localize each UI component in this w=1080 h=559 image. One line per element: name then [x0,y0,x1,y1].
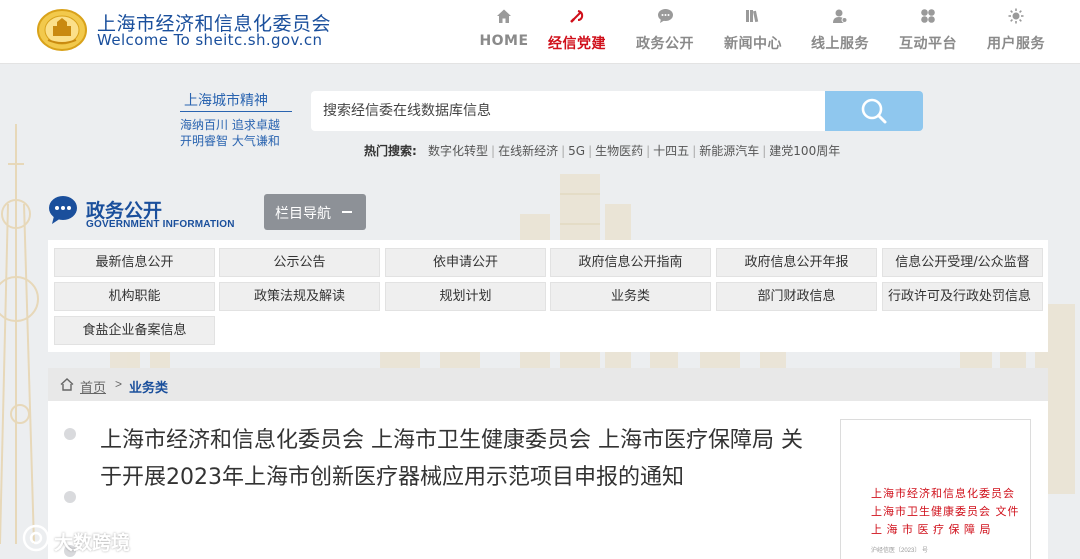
nav-label: 经信党建 [548,36,606,52]
site-header: 上海市经济和信息化委员会 Welcome To sheitc.sh.gov.cn… [0,0,1080,64]
site-welcome-url: Welcome To sheitc.sh.gov.cn [97,31,323,49]
nav-label: 互动平台 [899,36,957,52]
bullet-dot [64,428,76,440]
chat-bubble-icon [628,8,702,28]
doc-issuer-line-1: 上海市经济和信息化委员会 [871,487,1015,500]
search-input[interactable] [323,101,813,121]
column-navigation-label: 栏目导航 [275,206,331,222]
keyword-separator: | [588,144,593,158]
nav-label: 线上服务 [811,36,869,52]
keyword-separator: | [692,144,697,158]
nav-label: HOME [479,33,529,49]
collapse-icon [342,211,352,213]
category-plans[interactable]: 规划计划 [385,282,546,311]
nav-online-service[interactable]: 线上服务 [803,8,877,56]
hot-keyword[interactable]: 生物医药 [595,144,643,158]
hot-keyword[interactable]: 数字化转型 [428,144,488,158]
breadcrumb-home-link[interactable]: 首页 [80,377,106,396]
category-institution-functions[interactable]: 机构职能 [54,282,215,311]
city-spirit-line-2: 开明睿智 大气谦和 [180,134,280,148]
hot-search-label: 热门搜索: [364,144,417,158]
nav-party-building[interactable]: 经信党建 [540,8,614,56]
category-annual-report[interactable]: 政府信息公开年报 [716,248,877,277]
breadcrumb-current[interactable]: 业务类 [129,377,168,396]
category-latest-disclosure[interactable]: 最新信息公开 [54,248,215,277]
category-policies-regulations[interactable]: 政策法规及解读 [219,282,380,311]
home-icon [60,378,74,391]
category-business[interactable]: 业务类 [550,282,711,311]
category-on-request-disclosure[interactable]: 依申请公开 [385,248,546,277]
user-icon [803,8,877,28]
hot-keyword[interactable]: 5G [568,144,585,158]
category-administrative-licensing[interactable]: 行政许可及行政处罚信息 [882,282,1043,311]
slogan-divider [180,111,292,112]
search-button[interactable] [825,91,923,131]
nav-gov-affairs[interactable]: 政务公开 [628,8,702,56]
doc-code: 沪经信医〔2023〕 号 [871,548,929,554]
city-spirit-line-1: 海纳百川 追求卓越 [180,118,280,132]
category-salt-enterprise-filing[interactable]: 食盐企业备案信息 [54,316,215,345]
bullet-dot [64,491,76,503]
keyword-separator: | [762,144,767,158]
party-emblem-icon [540,8,614,28]
nav-user-service[interactable]: 用户服务 [979,8,1053,56]
keyword-separator: | [646,144,651,158]
doc-issuer-line-2: 上海市卫生健康委员会 文件 [871,505,1020,518]
city-emblem-icon[interactable] [36,6,88,52]
books-icon [716,8,790,28]
watermark-logo-icon [22,524,50,552]
sun-icon [979,8,1053,28]
nav-label: 用户服务 [987,36,1045,52]
nav-interaction-platform[interactable]: 互动平台 [891,8,965,56]
hot-keyword[interactable]: 新能源汽车 [699,144,759,158]
keyword-separator: | [561,144,566,158]
nav-home[interactable]: HOME [464,8,544,56]
category-disclosure-guide[interactable]: 政府信息公开指南 [550,248,711,277]
keyword-separator: | [491,144,496,158]
doc-issuer-line-3: 上 海 市 医 疗 保 障 局 [871,523,991,536]
column-navigation-button[interactable]: 栏目导航 [264,194,366,230]
nav-news-center[interactable]: 新闻中心 [716,8,790,56]
grid-icon [891,8,965,28]
hot-keyword[interactable]: 十四五 [653,144,689,158]
hot-keyword[interactable]: 在线新经济 [498,144,558,158]
chat-bubble-icon [49,196,77,224]
hot-keyword[interactable]: 建党100周年 [769,144,840,158]
category-public-notice[interactable]: 公示公告 [219,248,380,277]
hot-search-list: 数字化转型 | 在线新经济 | 5G | 生物医药 | 十四五 | 新能源汽车 | 建党100周年 [428,142,840,159]
city-spirit-title: 上海城市精神 [184,93,268,109]
nav-label: 新闻中心 [724,36,782,52]
nav-label: 政务公开 [636,36,694,52]
category-department-finance[interactable]: 部门财政信息 [716,282,877,311]
category-public-supervision[interactable]: 信息公开受理/公众监督 [882,248,1043,277]
section-subtitle: GOVERNMENT INFORMATION [86,219,235,230]
breadcrumb-separator: > [115,377,123,391]
search-icon [861,98,887,124]
breadcrumb: 首页 > 业务类 [48,368,1048,401]
article-title[interactable]: 上海市经济和信息化委员会 上海市卫生健康委员会 上海市医疗保障局 关于开展202… [100,422,820,496]
watermark-text: 大数跨境 [54,532,131,554]
home-icon [464,8,544,28]
search-box [311,91,825,131]
